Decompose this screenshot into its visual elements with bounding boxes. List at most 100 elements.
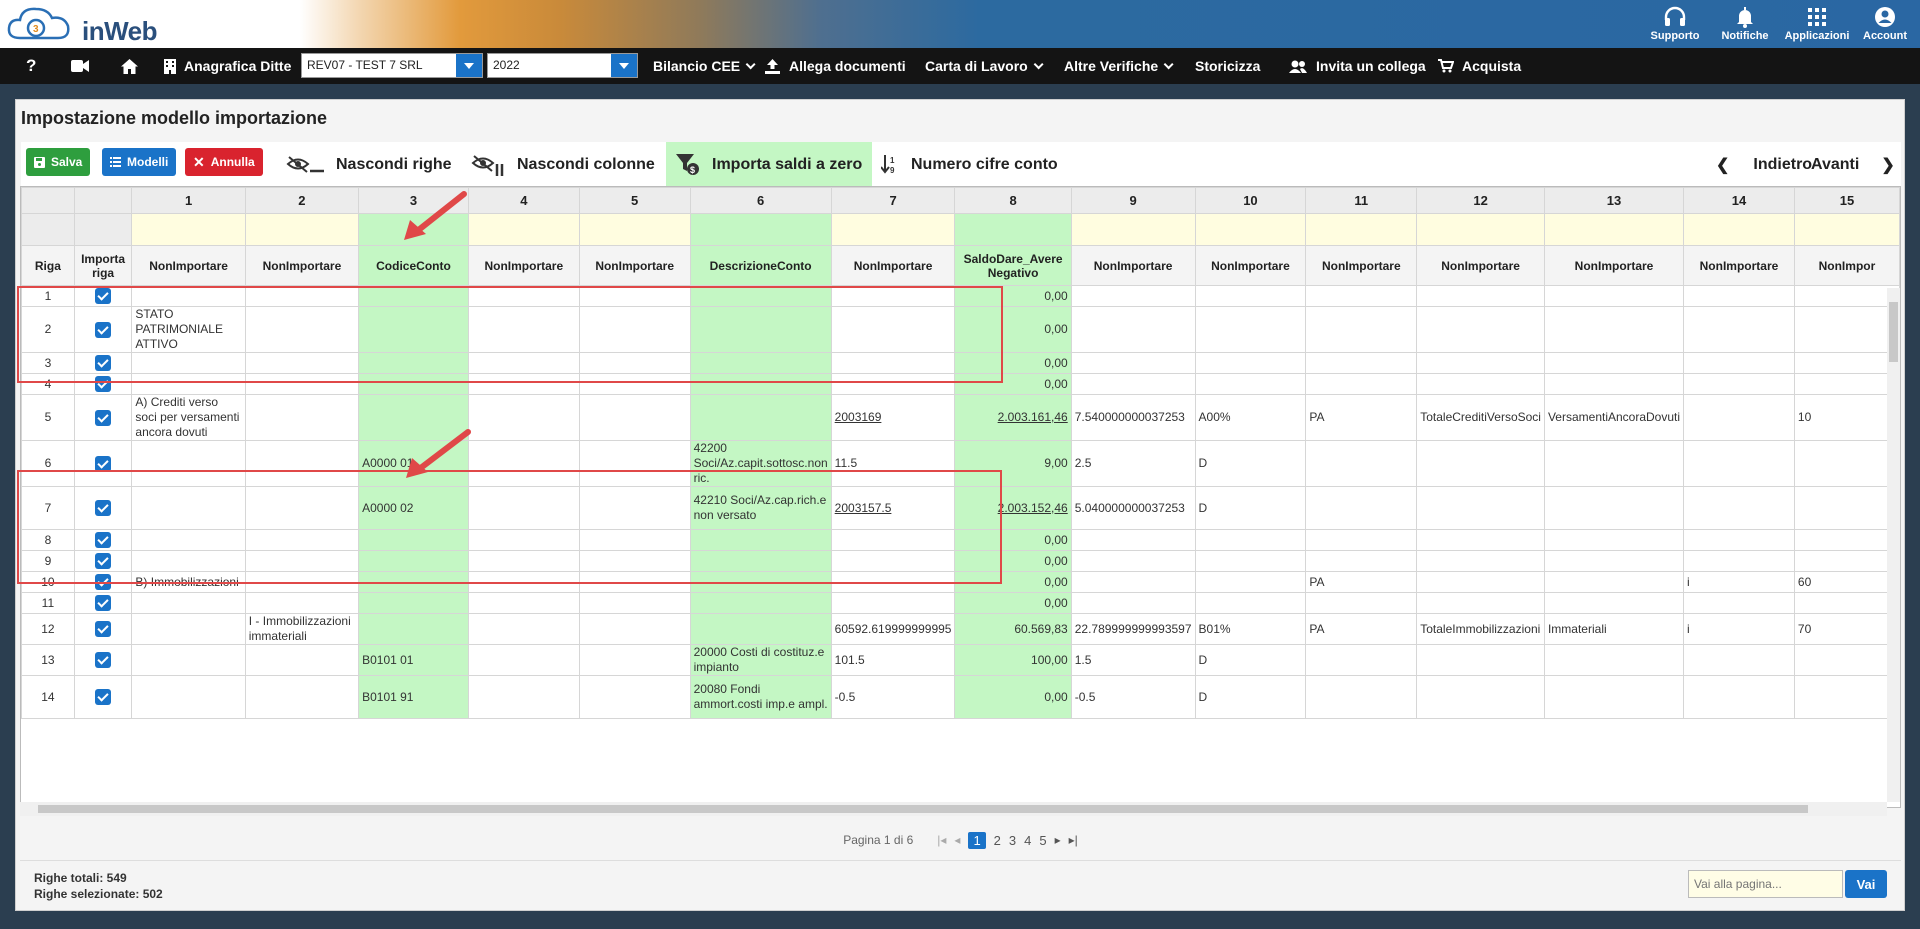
column-number-header[interactable]: 14 (1683, 187, 1795, 214)
home-icon[interactable] (121, 48, 138, 84)
storicizza-menu[interactable]: Storicizza (1195, 48, 1260, 84)
video-icon[interactable] (71, 48, 89, 84)
page-link[interactable]: 4 (1024, 833, 1031, 848)
carta-di-lavoro-menu[interactable]: Carta di Lavoro (925, 48, 1044, 84)
anagrafica-ditte-menu[interactable]: Anagrafica Ditte (164, 48, 291, 84)
column-filter-cell[interactable] (1793, 213, 1900, 246)
import-row-checkbox[interactable] (95, 409, 112, 426)
back-button[interactable]: ❮ Indietro (1716, 142, 1812, 187)
table-row[interactable]: 10 B) Immobilizzazioni 0,00 PA i 60 (21, 571, 1900, 593)
table-row[interactable]: 12 I - Immobilizzazioni immateriali 60592.… (21, 613, 1900, 645)
help-button[interactable]: ? (26, 48, 36, 84)
table-row[interactable]: 5 A) Crediti verso soci per versamenti an… (21, 394, 1900, 441)
page-link[interactable]: 3 (1009, 833, 1016, 848)
column-filter-cell[interactable] (467, 213, 580, 246)
scrollbar-thumb[interactable] (38, 805, 1808, 813)
column-number-header[interactable]: 3 (358, 187, 469, 214)
import-zero-balances-toggle[interactable]: $ Importa saldi a zero (666, 142, 872, 187)
goto-page-button[interactable]: Vai (1845, 870, 1887, 898)
column-type-header[interactable]: NonImportare (467, 245, 580, 286)
column-type-header[interactable]: SaldoDare_Avere Negativo (954, 245, 1072, 286)
column-filter-cell[interactable] (830, 213, 956, 246)
column-type-header[interactable]: NonImportare (1194, 245, 1307, 286)
column-type-header[interactable]: NonImportare (1305, 245, 1418, 286)
column-filter-cell[interactable] (1416, 213, 1545, 246)
column-filter-cell[interactable] (131, 213, 246, 246)
column-filter-cell[interactable] (578, 213, 691, 246)
import-row-checkbox[interactable] (95, 455, 112, 472)
column-type-header[interactable]: NonImportare (1543, 245, 1685, 286)
horizontal-scrollbar[interactable] (20, 802, 1887, 816)
import-row-checkbox[interactable] (95, 574, 112, 590)
scrollbar-thumb[interactable] (1889, 302, 1898, 362)
altre-verifiche-menu[interactable]: Altre Verifiche (1064, 48, 1174, 84)
column-number-header[interactable]: 11 (1305, 187, 1418, 214)
column-filter-cell[interactable] (954, 213, 1072, 246)
column-filter-cell[interactable] (689, 213, 832, 246)
app-logo[interactable]: 3 inWeb (6, 4, 158, 46)
column-type-header[interactable]: NonImportare (1683, 245, 1795, 286)
column-type-header[interactable]: NonImpor (1793, 245, 1900, 286)
column-filter-cell[interactable] (1683, 213, 1795, 246)
table-row[interactable]: 9 0,00 (21, 550, 1900, 572)
models-button[interactable]: Modelli (102, 148, 177, 176)
import-row-checkbox[interactable] (95, 553, 112, 569)
table-row[interactable]: 14 B0101 91 20080 Fondi ammort.costi imp.e… (21, 675, 1900, 719)
page-link[interactable]: 1 (968, 831, 986, 849)
table-row[interactable]: 4 0,00 (21, 373, 1900, 395)
import-row-checkbox[interactable] (95, 500, 112, 516)
import-row-checkbox[interactable] (95, 321, 112, 338)
table-row[interactable]: 7 A0000 02 42210 Soci/Az.cap.rich.e non ve… (21, 486, 1900, 530)
column-filter-cell[interactable] (1305, 213, 1418, 246)
column-type-header[interactable]: NonImportare (244, 245, 360, 286)
column-type-header[interactable]: CodiceConto (358, 245, 469, 286)
column-number-header[interactable]: 9 (1070, 187, 1196, 214)
column-filter-cell[interactable] (1070, 213, 1196, 246)
year-select[interactable]: 2022 (487, 53, 638, 78)
column-type-header[interactable]: DescrizioneConto (689, 245, 832, 286)
table-row[interactable]: 6 A0000 01 42200 Soci/Az.capit.sottosc.non… (21, 440, 1900, 487)
column-type-header[interactable]: NonImportare (578, 245, 691, 286)
column-type-header[interactable]: NonImportare (1416, 245, 1545, 286)
cancel-button[interactable]: ✕ Annulla (185, 148, 263, 176)
table-row[interactable]: 8 0,00 (21, 529, 1900, 551)
allega-documenti-menu[interactable]: Allega documenti (765, 48, 906, 84)
column-number-header[interactable]: 6 (689, 187, 832, 214)
forward-button[interactable]: Avanti ❯ (1811, 142, 1895, 187)
column-number-header[interactable]: 8 (954, 187, 1072, 214)
next-page-icon[interactable]: ▸ (1055, 833, 1061, 847)
import-row-checkbox[interactable] (95, 595, 112, 611)
column-filter-cell[interactable] (1543, 213, 1685, 246)
table-row[interactable]: 11 0,00 (21, 592, 1900, 614)
column-number-header[interactable]: 13 (1543, 187, 1685, 214)
column-number-header[interactable]: 10 (1194, 187, 1307, 214)
goto-page-input[interactable] (1688, 870, 1843, 898)
page-link[interactable]: 5 (1039, 833, 1046, 848)
chevron-down-icon[interactable] (611, 54, 637, 77)
invita-collega-menu[interactable]: Invita un collega (1289, 48, 1426, 84)
column-number-header[interactable]: 15 (1793, 187, 1900, 214)
table-row[interactable]: 2 STATO PATRIMONIALE ATTIVO 0,00 (21, 306, 1900, 353)
import-row-checkbox[interactable] (95, 689, 112, 705)
column-number-header[interactable]: 2 (244, 187, 360, 214)
column-type-header[interactable]: NonImportare (1070, 245, 1196, 286)
import-row-checkbox[interactable] (95, 288, 112, 304)
table-row[interactable]: 3 0,00 (21, 352, 1900, 374)
table-row[interactable]: 1 0,00 (21, 285, 1900, 307)
account-digits-button[interactable]: 19 Numero cifre conto (881, 142, 1058, 187)
page-link[interactable]: 2 (994, 833, 1001, 848)
account-button[interactable]: Account (1840, 4, 1920, 46)
import-row-checkbox[interactable] (95, 376, 112, 392)
first-page-icon[interactable]: |◂ (937, 833, 946, 847)
column-number-header[interactable]: 5 (578, 187, 691, 214)
column-number-header[interactable]: 4 (467, 187, 580, 214)
chevron-down-icon[interactable] (456, 54, 482, 77)
column-number-header[interactable]: 7 (830, 187, 956, 214)
hide-rows-button[interactable]: Nascondi righe (286, 142, 452, 187)
company-select[interactable]: REV07 - TEST 7 SRL (301, 53, 483, 78)
hide-columns-button[interactable]: Nascondi colonne (471, 142, 655, 187)
import-row-checkbox[interactable] (95, 532, 112, 548)
vertical-scrollbar[interactable] (1887, 288, 1900, 802)
column-type-header[interactable]: NonImportare (830, 245, 956, 286)
save-button[interactable]: Salva (26, 148, 91, 176)
